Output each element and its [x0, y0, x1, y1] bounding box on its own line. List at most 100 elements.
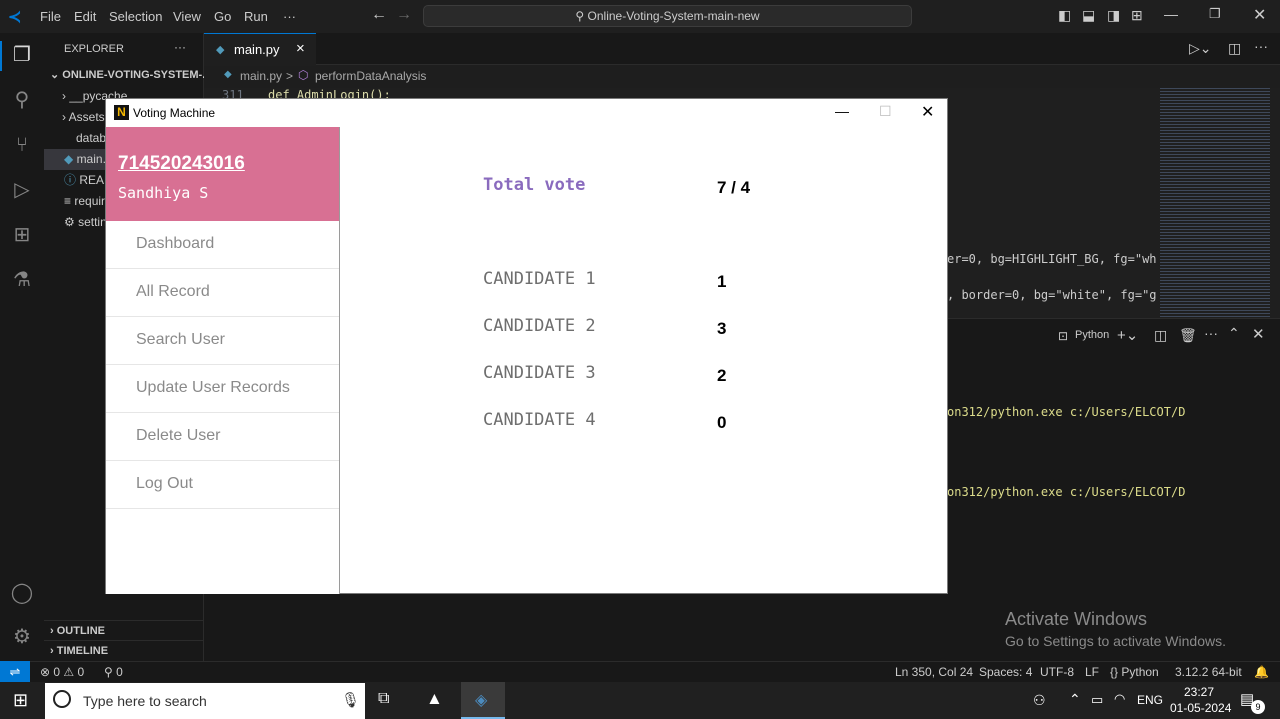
- testing-icon[interactable]: ⚗: [10, 268, 34, 292]
- encoding[interactable]: UTF-8: [1040, 665, 1074, 679]
- menu-dashboard[interactable]: Dashboard: [106, 221, 339, 269]
- maximize-icon[interactable]: ☐: [879, 103, 892, 120]
- dashboard-content: Total vote 7 / 4 CANDIDATE 1 1 CANDIDATE…: [341, 127, 947, 594]
- close-icon[interactable]: ✕: [921, 102, 934, 122]
- menu-log-out[interactable]: Log Out: [106, 461, 339, 509]
- clock-date[interactable]: 01-05-2024: [1170, 701, 1231, 715]
- language-indicator[interactable]: ENG: [1137, 693, 1163, 707]
- info-icon: ⓘ: [64, 173, 80, 187]
- show-hidden-icons-icon[interactable]: ⌃: [1069, 691, 1081, 708]
- new-terminal-icon[interactable]: +⌄: [1117, 326, 1138, 344]
- python-interpreter[interactable]: 3.12.2 64-bit: [1175, 665, 1242, 679]
- user-header: 714520243016 Sandhiya S: [106, 127, 339, 221]
- timeline-section[interactable]: › TIMELINE: [44, 640, 204, 661]
- terminal-shell-label[interactable]: Python: [1075, 329, 1109, 341]
- source-control-icon[interactable]: ⑂: [10, 133, 34, 157]
- user-id[interactable]: 714520243016: [118, 153, 245, 175]
- problems-indicator[interactable]: ⊗ 0 ⚠ 0: [40, 665, 84, 679]
- windows-start-icon[interactable]: ⊞: [13, 690, 28, 711]
- run-debug-icon[interactable]: ▷: [10, 178, 34, 202]
- customize-layout-icon[interactable]: ⊞: [1131, 7, 1143, 24]
- menu-edit[interactable]: Edit: [74, 9, 96, 24]
- menu-view[interactable]: View: [173, 9, 201, 24]
- explorer-icon[interactable]: ❐: [10, 43, 34, 67]
- total-vote-label: Total vote: [483, 175, 586, 195]
- code-snippet: , border=0, bg="white", fg="g: [947, 288, 1157, 302]
- more-actions-icon[interactable]: ···: [1254, 38, 1268, 54]
- photos-app-icon[interactable]: ▲: [426, 689, 443, 709]
- language-mode[interactable]: {} Python: [1110, 665, 1159, 679]
- project-root[interactable]: ⌄ ONLINE-VOTING-SYSTEM-...: [44, 65, 204, 86]
- settings-gear-icon[interactable]: ⚙: [10, 625, 34, 649]
- toggle-sidebar-icon[interactable]: ◧: [1058, 7, 1071, 24]
- minimize-icon[interactable]: —: [835, 103, 849, 119]
- people-icon[interactable]: ⚇: [1033, 692, 1046, 709]
- command-center-label: Online-Voting-System-main-new: [587, 9, 760, 23]
- search-icon: ⚲: [575, 9, 588, 23]
- search-icon[interactable]: ⚲: [10, 88, 34, 112]
- notifications-bell-icon[interactable]: 🔔: [1254, 665, 1269, 679]
- menu-run[interactable]: Run: [244, 9, 268, 24]
- back-arrow-icon[interactable]: ←: [371, 6, 387, 24]
- breadcrumb-file[interactable]: main.py: [240, 69, 282, 83]
- terminal-icon: ⊡: [1058, 329, 1069, 343]
- candidate-label: CANDIDATE 4: [483, 410, 596, 430]
- maximize-panel-icon[interactable]: ⌃: [1228, 325, 1240, 342]
- menu-go[interactable]: Go: [214, 9, 231, 24]
- forward-arrow-icon[interactable]: →: [396, 6, 412, 24]
- minimize-icon[interactable]: —: [1164, 6, 1178, 22]
- search-placeholder: Type here to search: [83, 693, 207, 709]
- python-file-icon: ◆: [224, 69, 232, 80]
- ports-indicator[interactable]: ⚲ 0: [104, 665, 123, 679]
- extensions-icon[interactable]: ⊞: [10, 223, 34, 247]
- candidate-label: CANDIDATE 3: [483, 363, 596, 383]
- microphone-icon[interactable]: 🎙: [341, 691, 360, 709]
- explorer-more-icon[interactable]: ···: [174, 40, 186, 54]
- remote-indicator-icon[interactable]: ⇌: [0, 661, 30, 682]
- method-icon: ⬡: [298, 68, 309, 82]
- tab-main-py[interactable]: ◆ main.py ×: [204, 33, 316, 66]
- menu-more[interactable]: ···: [283, 9, 296, 24]
- close-panel-icon[interactable]: ✕: [1252, 325, 1265, 343]
- cursor-position[interactable]: Ln 350, Col 24: [895, 665, 973, 679]
- accounts-icon[interactable]: ◯: [10, 581, 34, 605]
- user-name: Sandhiya S: [118, 184, 209, 202]
- command-center[interactable]: ⚲ Online-Voting-System-main-new: [423, 5, 912, 27]
- menu-search-user[interactable]: Search User: [106, 317, 339, 365]
- run-file-icon[interactable]: ▷⌄: [1189, 40, 1212, 57]
- menu-file[interactable]: File: [40, 9, 61, 24]
- split-terminal-icon[interactable]: ◫: [1154, 327, 1167, 344]
- minimap[interactable]: [1160, 88, 1270, 318]
- menu-update-user-records[interactable]: Update User Records: [106, 365, 339, 413]
- chevron-down-icon: ⌄: [50, 69, 63, 81]
- voting-sidebar: 714520243016 Sandhiya S Dashboard All Re…: [106, 127, 340, 594]
- breadcrumb-symbol[interactable]: performDataAnalysis: [315, 69, 426, 83]
- more-actions-icon[interactable]: ···: [1204, 325, 1218, 341]
- indentation[interactable]: Spaces: 4: [979, 665, 1032, 679]
- candidate-votes: 1: [717, 272, 727, 291]
- python-file-icon: ◆: [64, 152, 77, 166]
- close-icon[interactable]: ✕: [1253, 5, 1266, 25]
- task-view-icon[interactable]: ⧉: [378, 690, 389, 708]
- toggle-panel-icon[interactable]: ⬓: [1082, 7, 1095, 24]
- menu-selection[interactable]: Selection: [109, 9, 162, 24]
- activity-bar: ❐ ⚲ ⑂ ▷ ⊞ ⚗ ◯ ⚙: [0, 33, 44, 661]
- tab-close-icon[interactable]: ×: [296, 40, 305, 57]
- menu-delete-user[interactable]: Delete User: [106, 413, 339, 461]
- kill-terminal-icon[interactable]: 🗑: [1179, 327, 1197, 344]
- wifi-icon[interactable]: ◠: [1114, 691, 1125, 707]
- outline-section[interactable]: › OUTLINE: [44, 620, 204, 641]
- split-editor-icon[interactable]: ◫: [1228, 40, 1241, 57]
- battery-icon[interactable]: ▭: [1091, 692, 1103, 708]
- timeline-label: TIMELINE: [56, 645, 109, 657]
- python-file-icon: ◆: [216, 44, 225, 56]
- restore-icon[interactable]: ❐: [1209, 6, 1221, 22]
- clock-time[interactable]: 23:27: [1184, 685, 1214, 699]
- settings-file-icon: ⚙: [64, 215, 79, 229]
- menu-all-record[interactable]: All Record: [106, 269, 339, 317]
- taskbar-search-box[interactable]: Type here to search 🎙: [45, 683, 365, 719]
- toggle-secondary-sidebar-icon[interactable]: ◨: [1107, 7, 1120, 24]
- line-ending[interactable]: LF: [1085, 665, 1099, 679]
- vscode-titlebar: ≺ File Edit Selection View Go Run ··· ← …: [0, 0, 1280, 33]
- vscode-taskbar-button[interactable]: ◈: [461, 682, 505, 719]
